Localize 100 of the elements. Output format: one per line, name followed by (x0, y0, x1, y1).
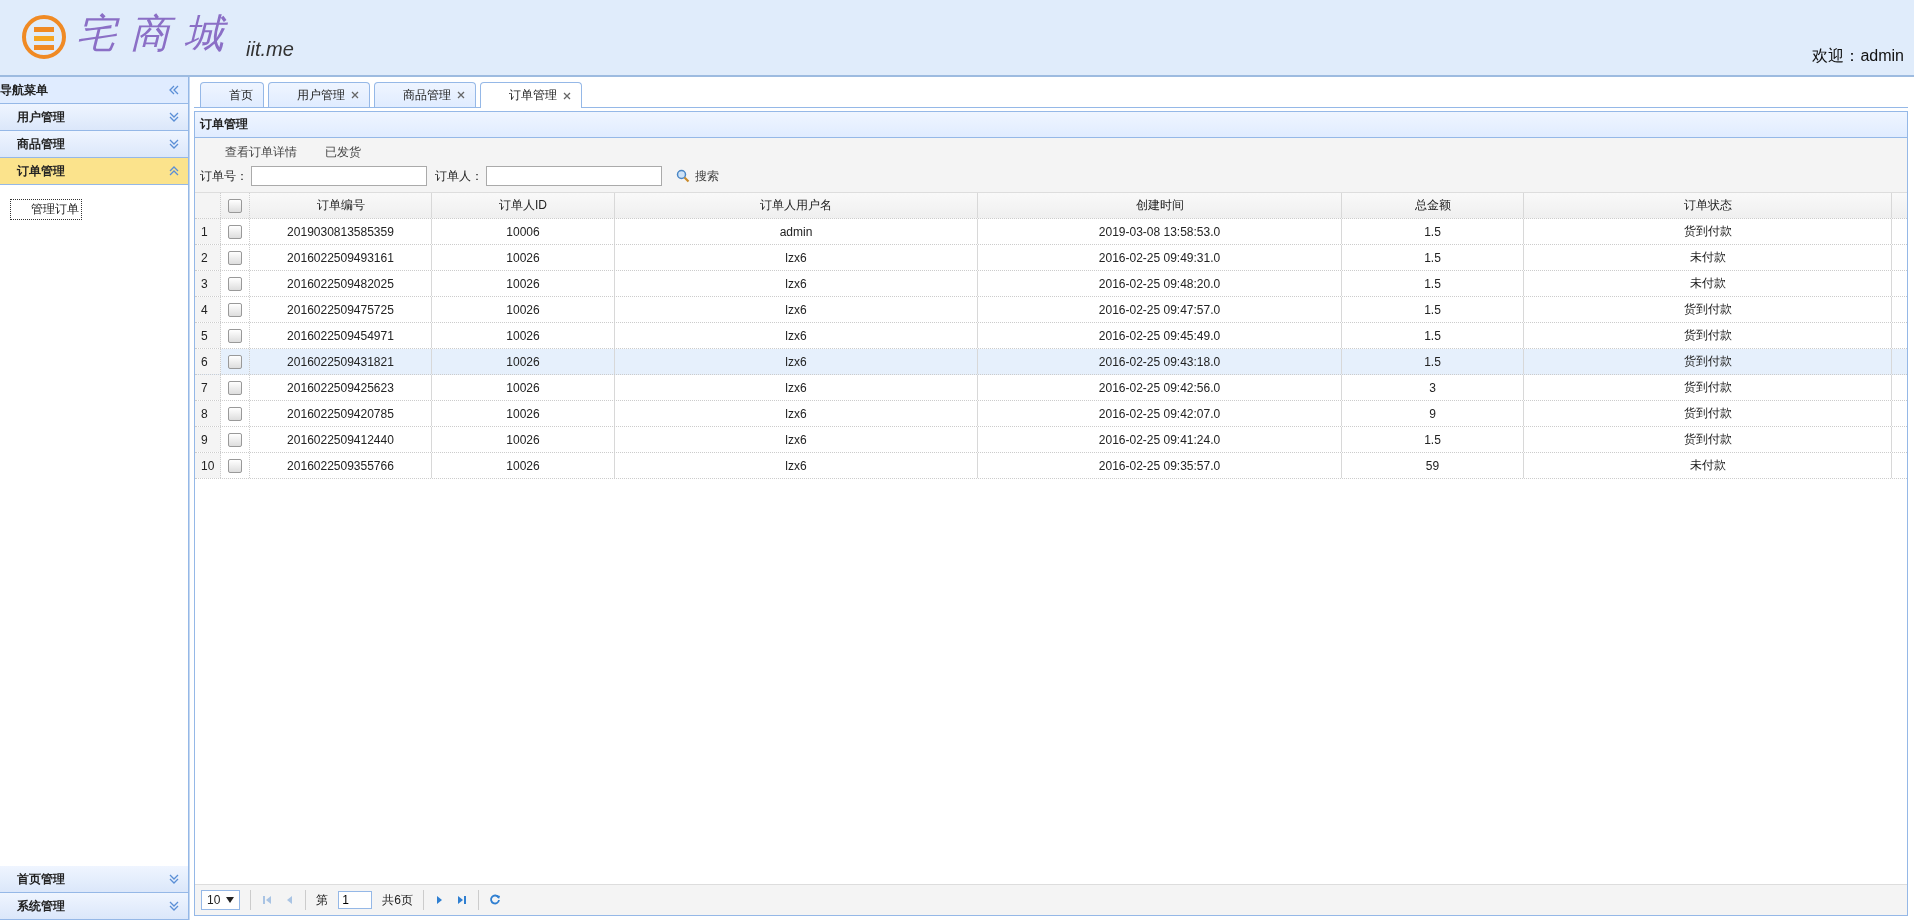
chevron-icon[interactable] (168, 165, 180, 177)
logo-icon (20, 13, 68, 61)
row-number: 7 (195, 375, 221, 400)
row-checkbox[interactable] (228, 302, 242, 317)
table-cell: lzx6 (615, 297, 978, 322)
table-cell: 2016022509482025 (250, 271, 432, 296)
table-cell: 1.5 (1342, 245, 1524, 270)
table-cell: 2016022509475725 (250, 297, 432, 322)
row-checkbox[interactable] (228, 224, 242, 239)
table-cell: 10026 (432, 297, 615, 322)
table-cell: 货到付款 (1524, 427, 1892, 452)
table-cell: 2019030813585359 (250, 219, 432, 244)
table-cell: 2019-03-08 13:58:53.0 (978, 219, 1342, 244)
menu-item[interactable]: 管理订单 (10, 199, 82, 220)
table-cell: 2016-02-25 09:43:18.0 (978, 349, 1342, 374)
row-number: 4 (195, 297, 221, 322)
chevron-icon[interactable] (168, 900, 180, 912)
dropdown-icon[interactable] (226, 897, 235, 903)
table-cell: 1.5 (1342, 349, 1524, 374)
row-checkbox[interactable] (228, 458, 242, 473)
tab[interactable]: 用户管理 (268, 82, 370, 107)
table-cell: 2016022509425623 (250, 375, 432, 400)
table-cell: 2016022509420785 (250, 401, 432, 426)
select-all-checkbox[interactable] (228, 198, 242, 213)
row-checkbox[interactable] (228, 354, 242, 369)
toolbar-button[interactable]: 查看订单详情 (215, 141, 307, 163)
tab[interactable]: 首页 (200, 82, 264, 107)
row-checkbox[interactable] (228, 380, 242, 395)
menu-section[interactable]: 商品管理 (0, 131, 188, 158)
table-cell: 未付款 (1524, 453, 1892, 478)
table-cell: 9 (1342, 401, 1524, 426)
table-cell: 货到付款 (1524, 375, 1892, 400)
table-cell: 1.5 (1342, 427, 1524, 452)
table-cell: lzx6 (615, 427, 978, 452)
close-icon[interactable] (457, 91, 465, 99)
table-cell: admin (615, 219, 978, 244)
page-number-field[interactable]: 1 (338, 891, 373, 909)
row-number: 2 (195, 245, 221, 270)
table-cell: 10026 (432, 349, 615, 374)
row-checkbox[interactable] (228, 406, 242, 421)
table-cell: lzx6 (615, 375, 978, 400)
row-checkbox[interactable] (228, 250, 242, 265)
toolbar-button[interactable]: 已发货 (315, 141, 371, 163)
refresh-icon[interactable] (489, 894, 502, 906)
chevron-icon[interactable] (168, 138, 180, 150)
column-header[interactable]: 订单编号 (250, 193, 432, 218)
table-cell: 3 (1342, 375, 1524, 400)
page-total: 共6页 (382, 891, 414, 909)
table-cell: 货到付款 (1524, 323, 1892, 348)
table-cell: 2016022509431821 (250, 349, 432, 374)
table-cell: 2016-02-25 09:48:20.0 (978, 271, 1342, 296)
page-size-select[interactable]: 10 (201, 890, 241, 910)
table-cell: 2016-02-25 09:42:07.0 (978, 401, 1342, 426)
close-icon[interactable] (351, 91, 359, 99)
menu-section[interactable]: 首页管理 (0, 866, 188, 893)
close-icon[interactable] (563, 91, 571, 100)
row-number: 9 (195, 427, 221, 452)
table-cell: 货到付款 (1524, 297, 1892, 322)
table-cell: lzx6 (615, 401, 978, 426)
sidebar-title-text: 导航菜单 (0, 81, 48, 99)
table-cell: 10026 (432, 453, 615, 478)
table-cell: lzx6 (615, 271, 978, 296)
table-cell: 2016-02-25 09:42:56.0 (978, 375, 1342, 400)
column-header[interactable]: 订单状态 (1524, 193, 1892, 218)
search-button[interactable]: 搜索 (670, 166, 725, 186)
column-header[interactable]: 订单人ID (432, 193, 615, 218)
chevron-icon[interactable] (168, 111, 180, 123)
table-cell: 未付款 (1524, 271, 1892, 296)
table-cell: 2016022509493161 (250, 245, 432, 270)
last-page-icon[interactable] (456, 894, 469, 906)
table-cell: 1.5 (1342, 297, 1524, 322)
welcome-text: 欢迎：admin (1812, 46, 1904, 66)
table-cell: 10006 (432, 219, 615, 244)
column-header[interactable]: 订单人用户名 (615, 193, 978, 218)
row-checkbox[interactable] (228, 328, 242, 343)
table-cell: 2016-02-25 09:41:24.0 (978, 427, 1342, 452)
row-checkbox[interactable] (228, 432, 242, 447)
table-cell: 2016-02-25 09:35:57.0 (978, 453, 1342, 478)
input-field[interactable] (251, 166, 427, 186)
table-cell: 10026 (432, 271, 615, 296)
table-cell: 货到付款 (1524, 401, 1892, 426)
column-header[interactable]: 总金额 (1342, 193, 1524, 218)
column-header[interactable]: 创建时间 (978, 193, 1342, 218)
table-cell: 2016-02-25 09:49:31.0 (978, 245, 1342, 270)
menu-section[interactable]: 用户管理 (0, 104, 188, 131)
field-label: 订单号： (200, 167, 248, 185)
collapse-icon[interactable] (168, 84, 180, 96)
row-checkbox[interactable] (228, 276, 242, 291)
first-page-icon[interactable] (261, 894, 274, 906)
table-cell: 1.5 (1342, 219, 1524, 244)
table-cell: 2016022509355766 (250, 453, 432, 478)
menu-section[interactable]: 系统管理 (0, 893, 188, 920)
row-number: 8 (195, 401, 221, 426)
menu-section[interactable]: 订单管理 (0, 158, 188, 185)
table-cell: 未付款 (1524, 245, 1892, 270)
row-number: 6 (195, 349, 221, 374)
tab[interactable]: 订单管理 (480, 82, 582, 108)
input-field[interactable] (486, 166, 662, 186)
tab[interactable]: 商品管理 (374, 82, 476, 107)
chevron-icon[interactable] (168, 873, 180, 885)
